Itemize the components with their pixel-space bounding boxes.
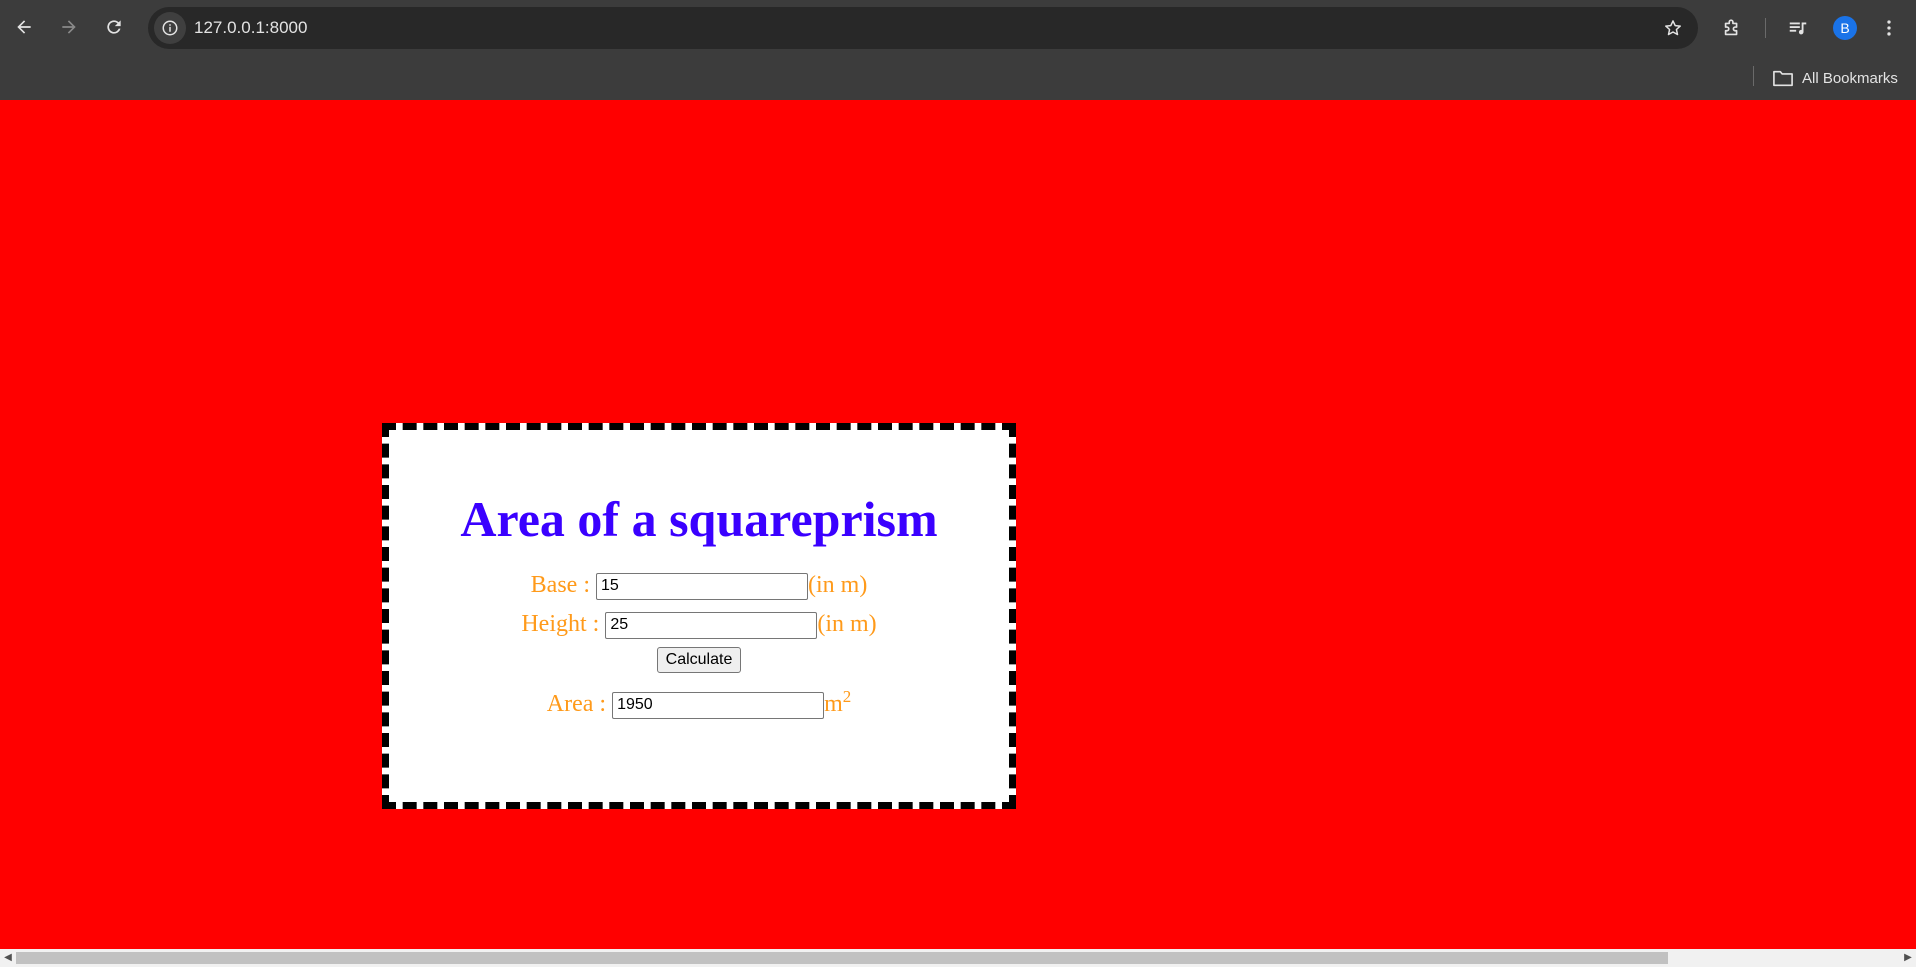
forward-button[interactable] [52,10,86,44]
back-button[interactable] [7,10,41,44]
profile-avatar[interactable]: B [1833,16,1857,40]
area-row: Area : m2 [389,687,1009,719]
base-row: Base : (in m) [389,570,1009,600]
area-unit: m [824,691,843,717]
height-label: Height : [521,611,600,637]
area-unit-exponent: 2 [842,687,852,706]
base-input[interactable] [596,572,808,600]
back-arrow-icon [17,20,31,34]
calculate-row: Calculate [389,647,1009,675]
calculate-button[interactable]: Calculate [656,647,742,673]
star-icon [1665,20,1681,36]
bookmarks-bar: All Bookmarks [0,56,1916,100]
extensions-button[interactable] [1716,12,1748,44]
all-bookmarks-label: All Bookmarks [1802,69,1898,87]
scrollbar-thumb[interactable] [16,952,1668,964]
folder-icon [1773,70,1793,87]
height-row: Height : (in m) [389,609,1009,639]
height-unit: (in m) [817,611,877,637]
scroll-right-arrow-icon[interactable]: ▶ [1900,949,1916,967]
horizontal-scrollbar[interactable]: ◀ ▶ [0,949,1916,967]
area-output[interactable] [612,691,825,719]
toolbar-separator [1765,18,1766,38]
kebab-menu-icon [1887,20,1891,36]
info-icon [162,20,178,36]
puzzle-icon [1724,19,1738,36]
forward-arrow-icon [62,20,76,34]
base-label: Base : [530,572,590,598]
bookmark-star-button[interactable] [1658,13,1688,43]
page-title: Area of a squareprism [460,491,938,547]
height-input[interactable] [605,611,818,639]
address-bar[interactable]: 127.0.0.1:8000 [148,7,1698,49]
area-label: Area : [546,691,607,717]
bookmarks-separator [1753,66,1754,86]
media-playlist-icon [1789,22,1807,35]
browser-menu-button[interactable] [1873,12,1905,44]
base-unit: (in m) [808,572,868,598]
all-bookmarks-button[interactable]: All Bookmarks [1772,66,1898,90]
reload-icon [107,20,121,34]
calculator-box: Area of a squareprism Base : (in m) Heig… [382,423,1016,809]
browser-chrome: 127.0.0.1:8000 B All Bookmarks [0,0,1916,100]
url-text[interactable]: 127.0.0.1:8000 [194,18,307,38]
reload-button[interactable] [97,10,131,44]
site-info-button[interactable] [154,12,186,44]
browser-toolbar: 127.0.0.1:8000 B [0,0,1916,56]
scroll-left-arrow-icon[interactable]: ◀ [0,949,16,967]
media-controls-button[interactable] [1782,12,1814,44]
